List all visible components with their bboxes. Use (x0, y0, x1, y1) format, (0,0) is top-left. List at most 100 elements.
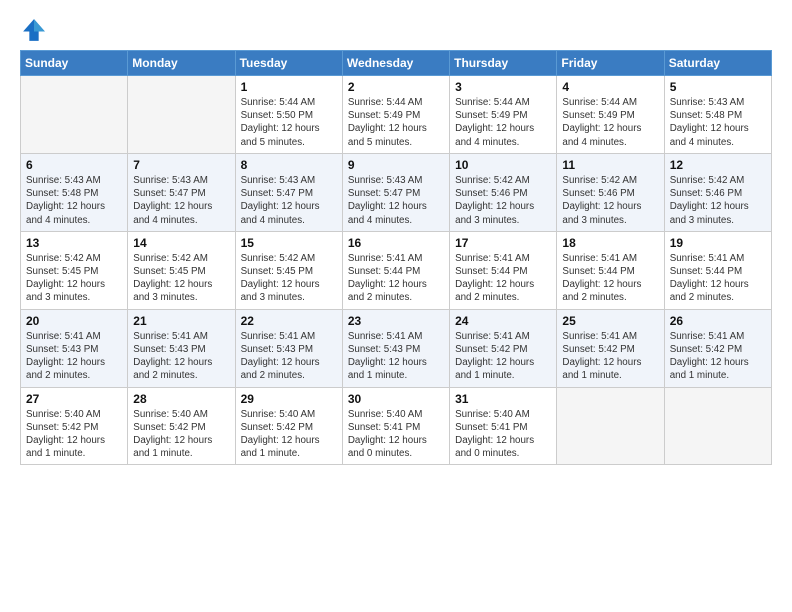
page: SundayMondayTuesdayWednesdayThursdayFrid… (0, 0, 792, 612)
day-number: 18 (562, 236, 658, 250)
calendar-day-cell: 28 Sunrise: 5:40 AMSunset: 5:42 PMDayligh… (128, 387, 235, 465)
calendar-day-cell: 17 Sunrise: 5:41 AMSunset: 5:44 PMDayligh… (450, 231, 557, 309)
day-number: 17 (455, 236, 551, 250)
day-number: 20 (26, 314, 122, 328)
calendar-day-cell: 13 Sunrise: 5:42 AMSunset: 5:45 PMDayligh… (21, 231, 128, 309)
day-number: 1 (241, 80, 337, 94)
day-number: 5 (670, 80, 766, 94)
day-detail: Sunrise: 5:41 AMSunset: 5:43 PMDaylight:… (348, 330, 444, 383)
calendar-day-cell: 9 Sunrise: 5:43 AMSunset: 5:47 PMDaylight… (342, 153, 449, 231)
day-detail: Sunrise: 5:41 AMSunset: 5:43 PMDaylight:… (241, 330, 337, 383)
calendar-day-cell: 7 Sunrise: 5:43 AMSunset: 5:47 PMDaylight… (128, 153, 235, 231)
calendar-day-cell: 16 Sunrise: 5:41 AMSunset: 5:44 PMDayligh… (342, 231, 449, 309)
calendar-day-cell: 31 Sunrise: 5:40 AMSunset: 5:41 PMDayligh… (450, 387, 557, 465)
day-number: 6 (26, 158, 122, 172)
day-detail: Sunrise: 5:44 AMSunset: 5:49 PMDaylight:… (455, 96, 551, 149)
calendar-day-cell (128, 76, 235, 154)
calendar-day-cell: 23 Sunrise: 5:41 AMSunset: 5:43 PMDayligh… (342, 309, 449, 387)
day-detail: Sunrise: 5:43 AMSunset: 5:47 PMDaylight:… (133, 174, 229, 227)
calendar-day-cell: 21Sunrise: 5:41 AMSunset: 5:43 PMDayligh… (128, 309, 235, 387)
calendar-week-row: 1 Sunrise: 5:44 AMSunset: 5:50 PMDaylight… (21, 76, 772, 154)
day-number: 11 (562, 158, 658, 172)
day-detail: Sunrise: 5:44 AMSunset: 5:49 PMDaylight:… (562, 96, 658, 149)
day-number: 10 (455, 158, 551, 172)
day-detail: Sunrise: 5:41 AMSunset: 5:44 PMDaylight:… (670, 252, 766, 305)
day-detail: Sunrise: 5:41 AMSunset: 5:44 PMDaylight:… (562, 252, 658, 305)
day-detail: Sunrise: 5:41 AMSunset: 5:42 PMDaylight:… (670, 330, 766, 383)
day-number: 22 (241, 314, 337, 328)
day-number: 21 (133, 314, 229, 328)
calendar-week-row: 27 Sunrise: 5:40 AMSunset: 5:42 PMDayligh… (21, 387, 772, 465)
day-detail: Sunrise: 5:42 AMSunset: 5:46 PMDaylight:… (562, 174, 658, 227)
day-number: 24 (455, 314, 551, 328)
weekday-header-monday: Monday (128, 51, 235, 76)
calendar-day-cell: 22 Sunrise: 5:41 AMSunset: 5:43 PMDayligh… (235, 309, 342, 387)
day-detail: Sunrise: 5:43 AMSunset: 5:48 PMDaylight:… (670, 96, 766, 149)
day-detail: Sunrise: 5:40 AMSunset: 5:42 PMDaylight:… (133, 408, 229, 461)
calendar-day-cell: 15 Sunrise: 5:42 AMSunset: 5:45 PMDayligh… (235, 231, 342, 309)
day-number: 9 (348, 158, 444, 172)
day-detail: Sunrise: 5:41 AMSunset: 5:44 PMDaylight:… (348, 252, 444, 305)
day-detail: Sunrise: 5:42 AMSunset: 5:45 PMDaylight:… (133, 252, 229, 305)
day-detail: Sunrise: 5:41 AMSunset: 5:44 PMDaylight:… (455, 252, 551, 305)
day-number: 31 (455, 392, 551, 406)
calendar-day-cell (664, 387, 771, 465)
calendar-day-cell (557, 387, 664, 465)
weekday-header-friday: Friday (557, 51, 664, 76)
day-number: 25 (562, 314, 658, 328)
day-detail: Sunrise: 5:42 AMSunset: 5:45 PMDaylight:… (26, 252, 122, 305)
calendar-day-cell: 8 Sunrise: 5:43 AMSunset: 5:47 PMDaylight… (235, 153, 342, 231)
day-detail: Sunrise: 5:42 AMSunset: 5:45 PMDaylight:… (241, 252, 337, 305)
day-detail: Sunrise: 5:41 AMSunset: 5:42 PMDaylight:… (455, 330, 551, 383)
day-number: 30 (348, 392, 444, 406)
day-number: 26 (670, 314, 766, 328)
day-number: 3 (455, 80, 551, 94)
calendar-day-cell: 12 Sunrise: 5:42 AMSunset: 5:46 PMDayligh… (664, 153, 771, 231)
calendar-day-cell: 11 Sunrise: 5:42 AMSunset: 5:46 PMDayligh… (557, 153, 664, 231)
calendar-week-row: 6 Sunrise: 5:43 AMSunset: 5:48 PMDaylight… (21, 153, 772, 231)
calendar-day-cell: 3 Sunrise: 5:44 AMSunset: 5:49 PMDaylight… (450, 76, 557, 154)
calendar-day-cell: 4Sunrise: 5:44 AMSunset: 5:49 PMDaylight… (557, 76, 664, 154)
day-number: 2 (348, 80, 444, 94)
day-number: 13 (26, 236, 122, 250)
weekday-header-sunday: Sunday (21, 51, 128, 76)
logo (20, 16, 52, 44)
calendar-day-cell: 26 Sunrise: 5:41 AMSunset: 5:42 PMDayligh… (664, 309, 771, 387)
day-detail: Sunrise: 5:43 AMSunset: 5:48 PMDaylight:… (26, 174, 122, 227)
day-number: 7 (133, 158, 229, 172)
calendar-day-cell: 19 Sunrise: 5:41 AMSunset: 5:44 PMDayligh… (664, 231, 771, 309)
calendar-day-cell (21, 76, 128, 154)
day-detail: Sunrise: 5:40 AMSunset: 5:41 PMDaylight:… (455, 408, 551, 461)
calendar-week-row: 20 Sunrise: 5:41 AMSunset: 5:43 PMDayligh… (21, 309, 772, 387)
day-detail: Sunrise: 5:42 AMSunset: 5:46 PMDaylight:… (670, 174, 766, 227)
weekday-header-wednesday: Wednesday (342, 51, 449, 76)
day-number: 28 (133, 392, 229, 406)
calendar-day-cell: 30 Sunrise: 5:40 AMSunset: 5:41 PMDayligh… (342, 387, 449, 465)
calendar-day-cell: 29Sunrise: 5:40 AMSunset: 5:42 PMDayligh… (235, 387, 342, 465)
logo-icon (20, 16, 48, 44)
day-number: 15 (241, 236, 337, 250)
calendar-day-cell: 24 Sunrise: 5:41 AMSunset: 5:42 PMDayligh… (450, 309, 557, 387)
calendar-day-cell: 10 Sunrise: 5:42 AMSunset: 5:46 PMDayligh… (450, 153, 557, 231)
day-detail: Sunrise: 5:40 AMSunset: 5:41 PMDaylight:… (348, 408, 444, 461)
day-detail: Sunrise: 5:43 AMSunset: 5:47 PMDaylight:… (348, 174, 444, 227)
weekday-header-saturday: Saturday (664, 51, 771, 76)
day-detail: Sunrise: 5:42 AMSunset: 5:46 PMDaylight:… (455, 174, 551, 227)
day-detail: Sunrise: 5:43 AMSunset: 5:47 PMDaylight:… (241, 174, 337, 227)
calendar-day-cell: 1 Sunrise: 5:44 AMSunset: 5:50 PMDaylight… (235, 76, 342, 154)
day-detail: Sunrise: 5:41 AMSunset: 5:42 PMDaylight:… (562, 330, 658, 383)
day-number: 16 (348, 236, 444, 250)
day-detail: Sunrise: 5:44 AMSunset: 5:50 PMDaylight:… (241, 96, 337, 149)
day-number: 19 (670, 236, 766, 250)
weekday-header-row: SundayMondayTuesdayWednesdayThursdayFrid… (21, 51, 772, 76)
day-detail: Sunrise: 5:44 AMSunset: 5:49 PMDaylight:… (348, 96, 444, 149)
day-number: 27 (26, 392, 122, 406)
day-number: 12 (670, 158, 766, 172)
day-detail: Sunrise: 5:40 AMSunset: 5:42 PMDaylight:… (241, 408, 337, 461)
day-number: 23 (348, 314, 444, 328)
day-number: 8 (241, 158, 337, 172)
calendar-day-cell: 20Sunrise: 5:41 AMSunset: 5:43 PMDayligh… (21, 309, 128, 387)
calendar-day-cell: 14Sunrise: 5:42 AMSunset: 5:45 PMDayligh… (128, 231, 235, 309)
calendar: SundayMondayTuesdayWednesdayThursdayFrid… (20, 50, 772, 465)
header (20, 16, 772, 44)
